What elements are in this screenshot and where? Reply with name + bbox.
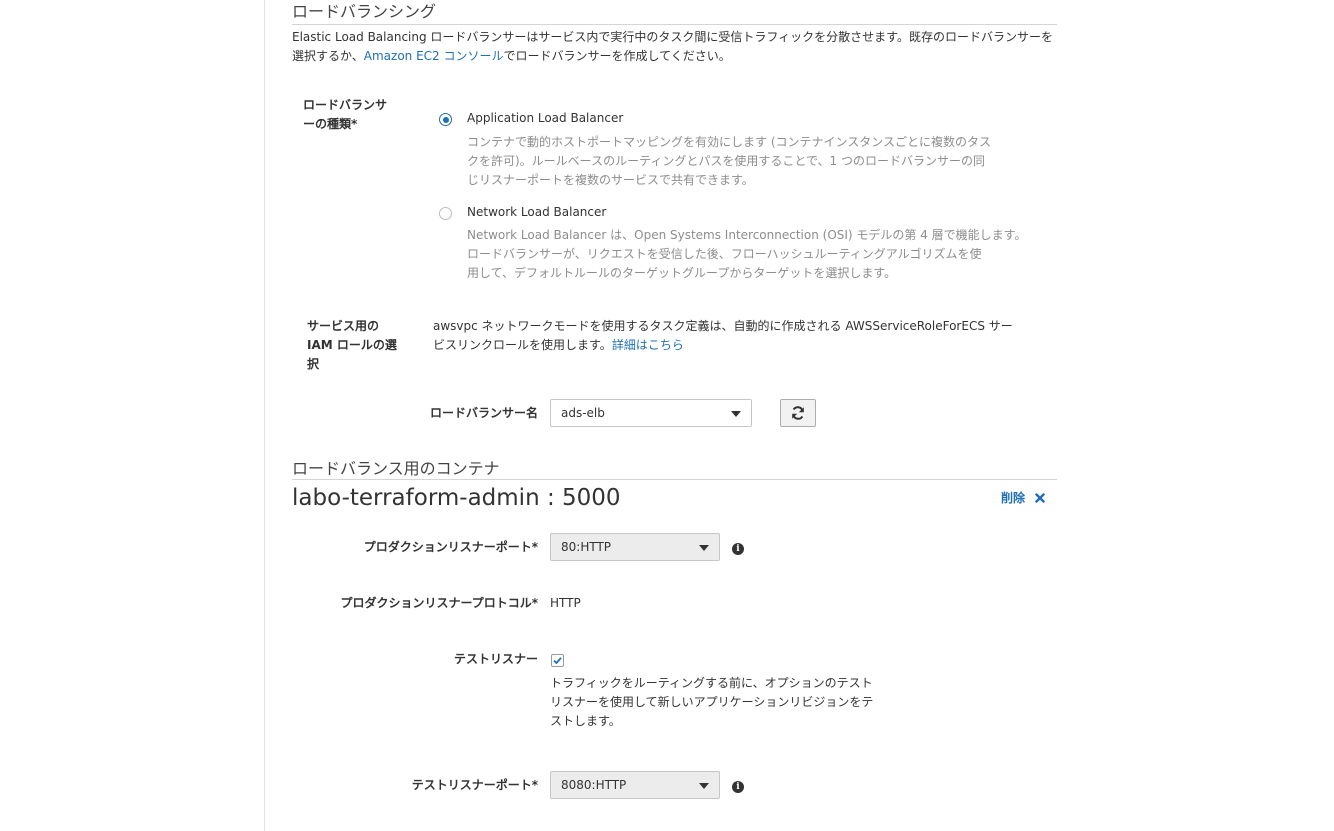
- radio-application-load-balancer[interactable]: [439, 113, 452, 126]
- lb-name-value: ads-elb: [561, 406, 605, 420]
- option-desc-line: じリスナーポートを複数のサービスで共有できます。: [467, 173, 754, 187]
- test-port-label: テストリスナーポート*: [411, 778, 538, 792]
- prod-protocol-label: プロダクションリスナープロトコル*: [340, 596, 538, 610]
- chevron-down-icon: [699, 783, 709, 789]
- section-divider: [292, 24, 1057, 25]
- option-title-nlb: Network Load Balancer: [467, 205, 607, 219]
- load-balancing-description: Elastic Load Balancing ロードバランサーはサービス内で実行…: [292, 28, 1057, 66]
- lb-type-label: ロードバランサ ーの種類*: [303, 96, 387, 134]
- chevron-down-icon: [699, 545, 709, 551]
- refresh-button[interactable]: [780, 399, 816, 427]
- test-listener-desc-line: トラフィックをルーティングする前に、オプションのテスト: [550, 676, 873, 690]
- test-listener-desc-line: ストします。: [550, 714, 621, 728]
- iam-role-text-line: awsvpc ネットワークモードを使用するタスク定義は、自動的に作成される AW…: [433, 319, 1013, 333]
- option-desc-line: ロードバランサーが、リクエストを受信した後、フローハッシュルーティングアルゴリズ…: [467, 247, 982, 261]
- option-desc-line: コンテナで動的ホストポートマッピングを有効にします (コンテナインスタンスごとに…: [467, 135, 992, 149]
- iam-role-label-line: サービス用の: [307, 319, 380, 333]
- radio-network-load-balancer[interactable]: [439, 207, 452, 220]
- iam-role-label: サービス用の IAM ロールの選 択: [307, 317, 397, 374]
- iam-role-text-line: ビスリンクロールを使用します。: [433, 338, 612, 352]
- info-icon[interactable]: i: [732, 781, 744, 793]
- ec2-console-link[interactable]: Amazon EC2 コンソール: [364, 49, 504, 63]
- section-title-container: ロードバランス用のコンテナ: [292, 459, 500, 478]
- test-listener-label: テストリスナー: [453, 652, 538, 666]
- test-listener-checkbox[interactable]: [551, 654, 564, 667]
- iam-role-description: awsvpc ネットワークモードを使用するタスク定義は、自動的に作成される AW…: [433, 317, 1043, 355]
- lb-type-label-line: ーの種類*: [303, 117, 358, 131]
- lb-type-label-line: ロードバランサ: [303, 98, 388, 112]
- close-icon: [1035, 493, 1045, 503]
- section-title-load-balancing: ロードバランシング: [292, 2, 437, 21]
- lb-name-select[interactable]: ads-elb: [550, 399, 752, 427]
- section-divider: [292, 479, 1057, 480]
- option-desc-line: クを許可)。ルールベースのルーティングとパスを使用することで、1 つのロードバラ…: [467, 154, 985, 168]
- info-icon[interactable]: i: [732, 543, 744, 555]
- iam-role-label-line: 択: [307, 357, 320, 371]
- test-listener-description: トラフィックをルーティングする前に、オプションのテスト リスナーを使用して新しい…: [550, 674, 910, 731]
- test-listener-desc-line: リスナーを使用して新しいアプリケーションリビジョンをテ: [550, 695, 874, 709]
- content-left-border: [264, 0, 265, 831]
- lb-name-label: ロードバランサー名: [429, 406, 538, 420]
- option-desc-alb: コンテナで動的ホストポートマッピングを有効にします (コンテナインスタンスごとに…: [467, 133, 991, 190]
- iam-role-label-line: IAM ロールの選: [307, 338, 397, 352]
- prod-protocol-value: HTTP: [550, 596, 581, 610]
- prod-port-value: 80:HTTP: [561, 540, 612, 554]
- test-port-value: 8080:HTTP: [561, 778, 627, 792]
- refresh-icon: [792, 406, 804, 420]
- container-heading: labo-terraform-admin : 5000: [292, 485, 621, 511]
- delete-button[interactable]: 削除: [1001, 489, 1045, 506]
- description-text-end: でロードバランサーを作成してください。: [503, 49, 731, 63]
- check-icon: [553, 657, 562, 665]
- chevron-down-icon: [731, 411, 741, 417]
- option-desc-line: 用して、デフォルトルールのターゲットグループからターゲットを選択します。: [467, 266, 897, 280]
- delete-label: 削除: [1001, 491, 1026, 505]
- prod-port-label: プロダクションリスナーポート*: [363, 540, 538, 554]
- option-title-alb: Application Load Balancer: [467, 111, 624, 125]
- test-port-select[interactable]: 8080:HTTP: [550, 771, 720, 799]
- option-desc-line: Network Load Balancer は、Open Systems Int…: [467, 228, 1027, 242]
- option-desc-nlb: Network Load Balancer は、Open Systems Int…: [467, 226, 1027, 283]
- learn-more-link[interactable]: 詳細はこちら: [612, 338, 684, 352]
- prod-port-select[interactable]: 80:HTTP: [550, 533, 720, 561]
